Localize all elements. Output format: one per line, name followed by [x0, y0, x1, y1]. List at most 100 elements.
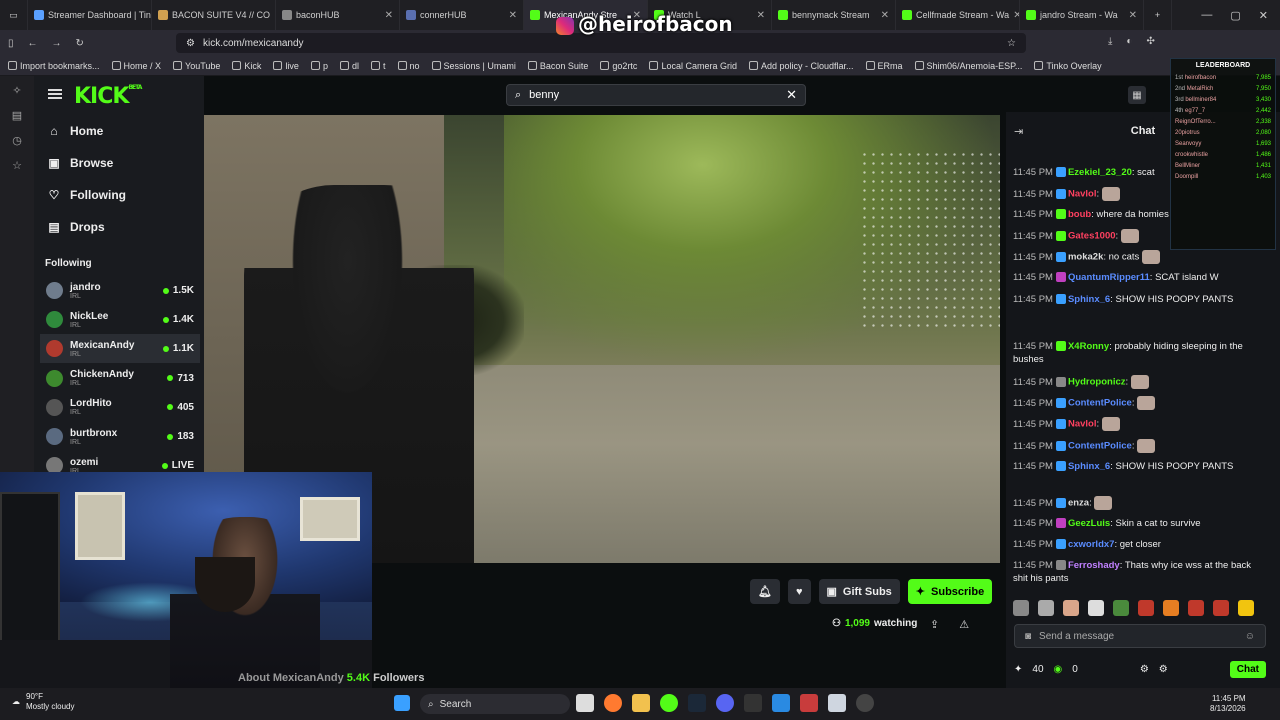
close-tab-icon[interactable]: ✕ [757, 10, 765, 21]
discord-icon[interactable] [716, 694, 734, 712]
app-icon[interactable] [800, 694, 818, 712]
bookmark-item[interactable]: Add policy - Cloudflar... [748, 61, 854, 71]
system-clock[interactable]: 11:45 PM 8/13/2026 [1210, 694, 1246, 714]
close-tab-icon[interactable]: ✕ [1013, 10, 1019, 21]
browser-tab[interactable]: jandro Stream - Wa ✕ [1020, 0, 1144, 30]
download-icon[interactable]: ⤓ [1108, 36, 1112, 47]
following-item[interactable]: NickLee IRL 1.4K [40, 305, 200, 334]
sync-icon[interactable]: ▤ [12, 109, 22, 122]
nav-item-home[interactable]: ⌂ Home [48, 124, 103, 138]
taskbar-search[interactable]: ⌕ Search [420, 694, 570, 714]
bookmark-item[interactable]: Home / X [111, 61, 161, 71]
emote-icon[interactable] [1213, 600, 1229, 616]
new-tab-button[interactable]: + [1144, 0, 1172, 30]
steam-icon[interactable] [688, 694, 706, 712]
emote-icon[interactable] [1063, 600, 1079, 616]
close-tab-icon[interactable]: ✕ [881, 10, 889, 21]
follow-button[interactable]: ♥ [787, 579, 811, 604]
gift-subs-button[interactable]: ▣ Gift Subs [818, 579, 900, 604]
following-item[interactable]: burtbronx IRL 183 [40, 422, 200, 451]
sidebar-toggle-icon[interactable]: ▯ [8, 38, 14, 49]
browser-tab[interactable]: Streamer Dashboard | Tinko✕ [28, 0, 152, 30]
chat-username[interactable]: ContentPolice [1068, 398, 1132, 409]
browser-tab[interactable]: bennymack Stream ✕ [772, 0, 896, 30]
kick-logo[interactable]: KICKBETA [74, 84, 142, 109]
browser-tab[interactable]: Cellfmade Stream - Wa✕ [896, 0, 1020, 30]
forward-icon[interactable]: → [52, 38, 62, 49]
tab-list-button[interactable]: ▭ [0, 0, 28, 30]
bookmark-item[interactable]: no [397, 61, 420, 71]
mod-icon[interactable]: ⚙ [1159, 664, 1168, 675]
bookmark-item[interactable]: Shim06/Anemoia-ESP... [914, 61, 1022, 71]
search-input[interactable]: ⌕ benny ✕ [506, 84, 806, 106]
clear-search-icon[interactable]: ✕ [786, 87, 797, 103]
back-icon[interactable]: ← [28, 38, 38, 49]
close-icon[interactable]: ✕ [1259, 9, 1268, 22]
chat-message-input[interactable]: ◙ Send a message ☺ [1014, 624, 1266, 648]
xbox-icon[interactable] [660, 694, 678, 712]
following-item[interactable]: LordHito IRL 405 [40, 393, 200, 422]
bookmark-item[interactable]: Kick [232, 61, 261, 71]
browser-tab[interactable]: BACON SUITE V4 // CO✕ [152, 0, 276, 30]
bookmark-item[interactable]: YouTube [173, 61, 220, 71]
chat-username[interactable]: Gates1000 [1068, 231, 1116, 242]
firefox-icon[interactable] [604, 694, 622, 712]
minimize-icon[interactable]: — [1201, 9, 1212, 21]
emote-icon[interactable] [1163, 600, 1179, 616]
browser-tab[interactable]: connerHUB ✕ [400, 0, 524, 30]
share-icon[interactable]: ⇪ [930, 618, 939, 631]
chat-username[interactable]: ContentPolice [1068, 441, 1132, 452]
weather-widget[interactable]: ☁ 90°F Mostly cloudy [12, 692, 74, 712]
chat-username[interactable]: Navlol [1068, 419, 1097, 430]
emote-icon[interactable] [1113, 600, 1129, 616]
settings-icon[interactable]: ⚙ [1140, 664, 1149, 675]
task-view-icon[interactable] [576, 694, 594, 712]
emoji-icon[interactable]: ☺ [1245, 631, 1255, 642]
emote-icon[interactable] [1088, 600, 1104, 616]
nav-item-drops[interactable]: ▤ Drops [48, 220, 104, 234]
report-icon[interactable]: ⚠ [959, 618, 969, 631]
following-item[interactable]: MexicanAndy IRL 1.1K [40, 334, 200, 364]
following-item[interactable]: ChickenAndy IRL 713 [40, 364, 200, 393]
extensions-icon[interactable]: ✣ [1146, 36, 1154, 47]
bookmark-star-icon[interactable]: ☆ [1007, 38, 1016, 49]
obs-icon[interactable] [856, 694, 874, 712]
chat-username[interactable]: Navlol [1068, 189, 1097, 200]
chat-username[interactable]: Ferroshady [1068, 560, 1120, 571]
chat-username[interactable]: GeezLuis [1068, 518, 1110, 529]
terminal-icon[interactable] [744, 694, 762, 712]
restore-icon[interactable]: ▢ [1230, 9, 1240, 22]
bookmark-item[interactable]: go2rtc [600, 61, 637, 71]
bookmark-item[interactable]: t [370, 61, 386, 71]
chat-username[interactable]: enza [1068, 498, 1089, 509]
following-item[interactable]: jandro IRL 1.5K [40, 276, 200, 305]
bookmarks-icon[interactable]: ☆ [12, 159, 22, 172]
chat-username[interactable]: Sphinx_6 [1068, 461, 1110, 472]
nav-item-following[interactable]: ♡ Following [48, 188, 126, 202]
chat-username[interactable]: Sphinx_6 [1068, 294, 1110, 305]
bookmark-item[interactable]: Sessions | Umami [431, 61, 516, 71]
ai-icon[interactable]: ✧ [12, 84, 21, 97]
chat-username[interactable]: cxworldx7 [1068, 539, 1114, 550]
history-icon[interactable]: ◷ [12, 134, 22, 147]
bookmark-item[interactable]: live [273, 61, 299, 71]
vscode-icon[interactable] [772, 694, 790, 712]
close-tab-icon[interactable]: ✕ [1129, 10, 1137, 21]
reload-icon[interactable]: ↻ [76, 38, 84, 49]
emote-icon[interactable] [1138, 600, 1154, 616]
chat-username[interactable]: QuantumRipper11 [1068, 272, 1150, 283]
url-bar[interactable]: ⚙ kick.com/mexicanandy ☆ [176, 33, 1026, 53]
chat-username[interactable]: moka2k [1068, 252, 1103, 263]
bookmark-item[interactable]: Import bookmarks... [8, 61, 100, 71]
notepad-icon[interactable] [828, 694, 846, 712]
chat-username[interactable]: Hydroponicz [1068, 377, 1126, 388]
extension-icon[interactable]: ◐ [1126, 36, 1132, 47]
send-chat-button[interactable]: Chat [1229, 660, 1266, 678]
emote-icon[interactable] [1188, 600, 1204, 616]
subscribe-button[interactable]: ✦ Subscribe [907, 579, 993, 604]
emote-icon[interactable] [1038, 600, 1054, 616]
close-tab-icon[interactable]: ✕ [509, 10, 517, 21]
bookmark-item[interactable]: p [310, 61, 328, 71]
layout-icon[interactable]: ▦ [1128, 86, 1146, 104]
chat-username[interactable]: X4Ronny [1068, 341, 1109, 352]
